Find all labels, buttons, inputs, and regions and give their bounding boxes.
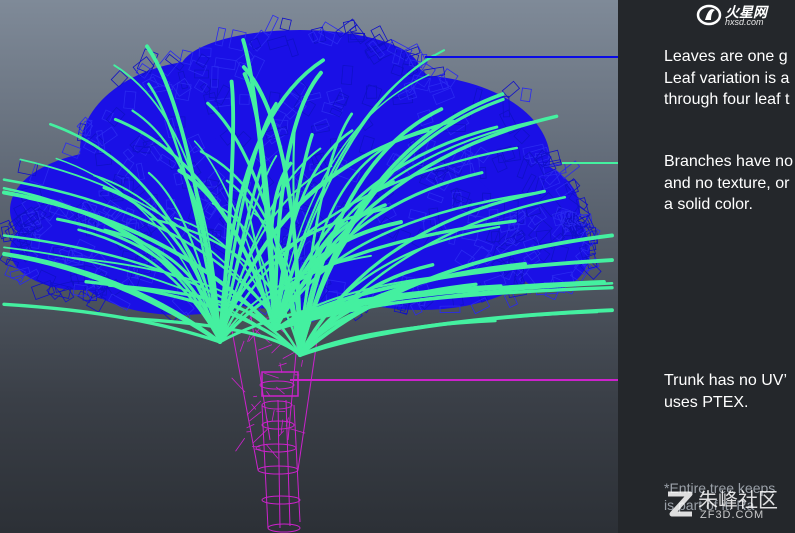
zf-logo-icon: [668, 491, 693, 517]
flame-logo-icon: [696, 4, 722, 26]
hxsd-watermark: 火星网 hxsd.com: [695, 2, 787, 28]
notes-panel: Leaves are one g Leaf variation is a thr…: [618, 0, 795, 533]
note-leaves: Leaves are one g Leaf variation is a thr…: [664, 48, 790, 108]
note-branches: Branches have no and no texture, or a so…: [664, 153, 793, 213]
hxsd-url: hxsd.com: [725, 17, 764, 27]
zf3d-watermark: 朱峰社区 ZF3D.COM: [662, 484, 795, 530]
note-trunk: Trunk has no UV’ uses PTEX.: [664, 372, 788, 411]
zf3d-url: ZF3D.COM: [700, 509, 765, 521]
maya-viewport: [0, 0, 618, 533]
